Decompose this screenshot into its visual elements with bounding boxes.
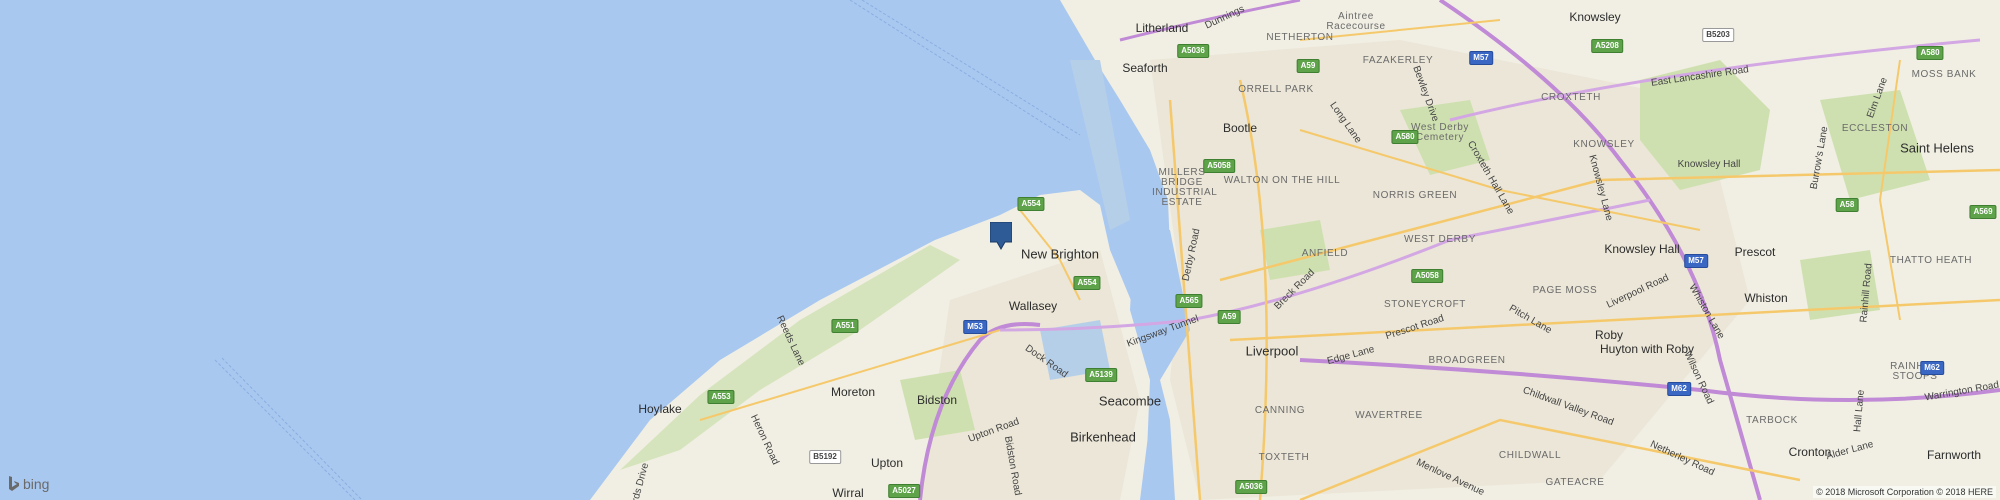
location-pin-icon[interactable] <box>989 221 1013 251</box>
place-label: Knowsley <box>1569 10 1621 24</box>
place-label: Whiston <box>1744 291 1788 305</box>
district-label: WALTON ON THE HILL <box>1223 175 1341 186</box>
place-label: Bidston <box>916 393 958 407</box>
road-shield: A5036 <box>1177 44 1209 58</box>
copyright-notice: © 2018 Microsoft Corporation © 2018 HERE <box>1813 486 1996 498</box>
place-label: Knowsley Hall <box>1604 242 1680 256</box>
place-label: Prescot <box>1734 245 1776 259</box>
place-label: Litherland <box>1135 21 1189 35</box>
district-label: MILLERS BRIDGE INDUSTRIAL ESTATE <box>1152 167 1218 208</box>
road-shield: B5203 <box>1702 28 1734 42</box>
district-label: GATEACRE <box>1545 477 1605 488</box>
place-label: Huyton with Roby <box>1599 342 1695 356</box>
road-shield: A5139 <box>1085 368 1117 382</box>
district-label: Aintree Racecourse <box>1326 11 1386 32</box>
road-shield: M57 <box>1684 254 1708 268</box>
place-label: Bootle <box>1222 121 1258 135</box>
place-label: Roby <box>1594 328 1624 342</box>
district-label: TARBOCK <box>1746 415 1798 426</box>
place-label: Saint Helens <box>1900 140 1974 156</box>
road-shield: M62 <box>1667 382 1691 396</box>
road-shield: M53 <box>963 320 987 334</box>
place-label: Liverpool <box>1245 343 1299 359</box>
district-label: FAZAKERLEY <box>1362 55 1434 66</box>
place-label: Knowsley Hall <box>1677 159 1741 170</box>
place-label: Upton <box>870 456 904 470</box>
road-shield: A5027 <box>888 484 920 498</box>
district-label: CANNING <box>1254 405 1306 416</box>
district-label: WEST DERBY <box>1404 234 1476 245</box>
place-label: Farnworth <box>1926 448 1982 462</box>
district-label: KNOWSLEY <box>1573 139 1635 150</box>
road-shield: A554 <box>1017 197 1045 211</box>
road-shield: A565 <box>1175 294 1203 308</box>
district-label: PAGE MOSS <box>1532 285 1598 296</box>
district-label: ORRELL PARK <box>1238 84 1314 95</box>
district-label: THATTO HEATH <box>1889 255 1973 266</box>
district-label: ANFIELD <box>1301 248 1349 259</box>
bing-logo-text: bing <box>23 476 50 492</box>
road-shield: A59 <box>1296 59 1320 73</box>
road-shield: A5208 <box>1591 39 1623 53</box>
place-label: Birkenhead <box>1070 429 1136 445</box>
road-shield: M57 <box>1469 51 1493 65</box>
road-shield: A569 <box>1969 205 1997 219</box>
place-label: Seaforth <box>1122 61 1168 75</box>
district-label: ECCLESTON <box>1841 123 1909 134</box>
road-shield: A551 <box>831 319 859 333</box>
place-label: Wirral <box>832 486 864 500</box>
district-label: WAVERTREE <box>1355 410 1423 421</box>
district-label: TOXTETH <box>1258 452 1310 463</box>
road-shield: A580 <box>1916 46 1944 60</box>
road-shield: A58 <box>1835 198 1859 212</box>
road-shield: A5036 <box>1235 480 1267 494</box>
place-label: West Derby Cemetery <box>1410 122 1470 143</box>
district-label: CROXTETH <box>1541 92 1601 103</box>
road-shield: A59 <box>1217 310 1241 324</box>
road-shield: A5058 <box>1411 269 1443 283</box>
bing-logo[interactable]: bing <box>8 476 49 492</box>
bing-logo-icon <box>9 476 19 491</box>
district-label: STONEYCROFT <box>1384 299 1466 310</box>
district-label: BROADGREEN <box>1428 355 1506 366</box>
district-label: NETHERTON <box>1266 32 1334 43</box>
district-label: NORRIS GREEN <box>1372 190 1458 201</box>
road-shield: A554 <box>1073 276 1101 290</box>
road-shield: M62 <box>1920 361 1944 375</box>
place-label: Hoylake <box>638 402 682 416</box>
place-label: Moreton <box>830 385 876 399</box>
road-shield: A5058 <box>1203 159 1235 173</box>
map-canvas[interactable]: Litherland Seaforth Bootle New Brighton … <box>0 0 2000 500</box>
place-label: Seacombe <box>1098 393 1162 409</box>
place-label: New Brighton <box>1020 246 1100 262</box>
road-shield: A580 <box>1391 130 1419 144</box>
road-shield: B5192 <box>809 450 841 464</box>
road-shield: A553 <box>707 390 735 404</box>
district-label: MOSS BANK <box>1911 69 1977 80</box>
place-label: Wallasey <box>1008 299 1058 313</box>
district-label: CHILDWALL <box>1498 450 1562 461</box>
